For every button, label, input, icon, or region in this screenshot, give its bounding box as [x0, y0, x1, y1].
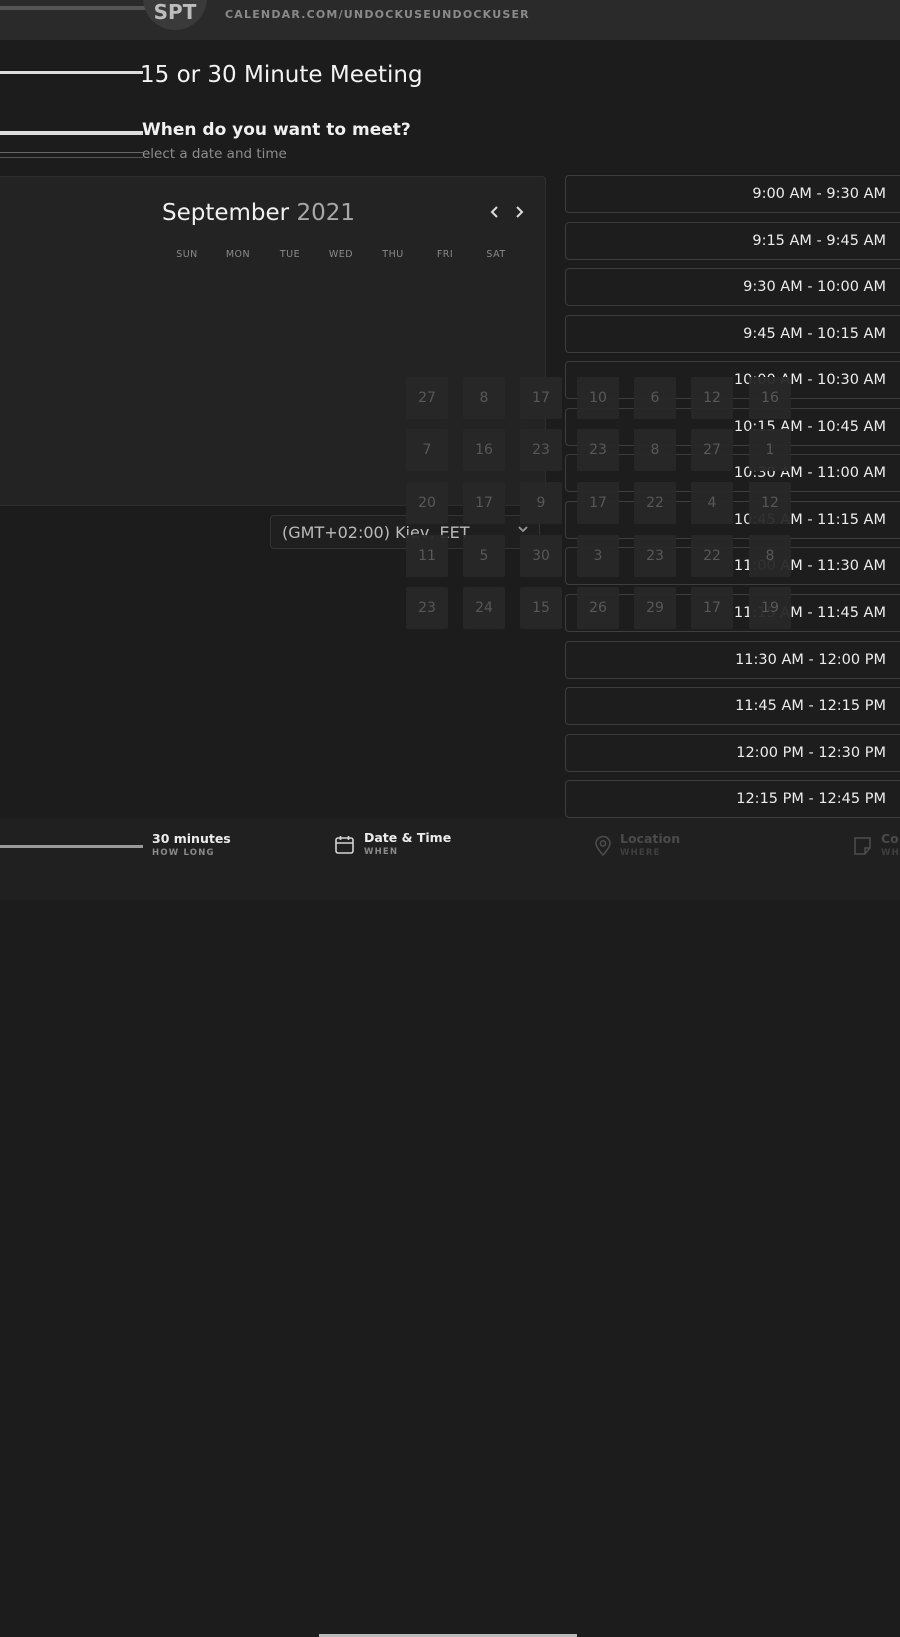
- calendar-day[interactable]: 6: [634, 377, 676, 419]
- chevron-left-icon: [490, 206, 498, 218]
- calendar-day[interactable]: 23: [406, 587, 448, 629]
- time-slot[interactable]: 12:15 PM - 12:45 PM: [565, 780, 900, 818]
- note-icon: [853, 836, 873, 860]
- time-slot[interactable]: 9:15 AM - 9:45 AM: [565, 222, 900, 260]
- calendar-day[interactable]: 17: [577, 482, 619, 524]
- calendar-day[interactable]: 12: [749, 482, 791, 524]
- month-label: September: [162, 200, 290, 226]
- calendar-day[interactable]: 3: [577, 535, 619, 577]
- time-slot[interactable]: 9:45 AM - 10:15 AM: [565, 315, 900, 353]
- step-duration-sub: HOW LONG: [152, 848, 215, 858]
- calendar-day[interactable]: 23: [520, 429, 562, 471]
- step-date-time-sub: WHEN: [364, 847, 399, 857]
- step-confirm[interactable]: Co WH: [881, 831, 900, 858]
- subtitle-accent-line: [0, 152, 143, 153]
- calendar-day[interactable]: 4: [691, 482, 733, 524]
- prev-month-button[interactable]: [489, 203, 501, 224]
- weekday-header: TUE: [279, 249, 301, 260]
- calendar-day[interactable]: 17: [463, 482, 505, 524]
- step-confirm-label: Co: [881, 831, 899, 846]
- calendar-day[interactable]: 22: [691, 535, 733, 577]
- step-duration[interactable]: 30 minutes HOW LONG: [152, 831, 231, 858]
- calendar-day[interactable]: 29: [634, 587, 676, 629]
- month-year-title: September 2021: [162, 200, 355, 226]
- meeting-title: 15 or 30 Minute Meeting: [140, 62, 423, 88]
- calendar-day[interactable]: 9: [520, 482, 562, 524]
- time-slot[interactable]: 9:00 AM - 9:30 AM: [565, 175, 900, 213]
- step-duration-label: 30 minutes: [152, 831, 231, 846]
- calendar-day[interactable]: 26: [577, 587, 619, 629]
- step-date-time[interactable]: Date & Time WHEN: [364, 830, 451, 857]
- weekday-header: SUN: [176, 249, 198, 260]
- calendar-day[interactable]: 8: [463, 377, 505, 419]
- calendar-day[interactable]: 17: [520, 377, 562, 419]
- calendar-day[interactable]: 8: [749, 535, 791, 577]
- time-slot[interactable]: 11:30 AM - 12:00 PM: [565, 641, 900, 679]
- calendar-day[interactable]: 17: [691, 587, 733, 629]
- question-accent-line: [0, 131, 143, 135]
- calendar-day[interactable]: 1: [749, 429, 791, 471]
- step-location-sub: WHERE: [620, 848, 661, 858]
- calendar-icon: [334, 834, 355, 859]
- calendar-day[interactable]: 5: [463, 535, 505, 577]
- calendar-day[interactable]: 16: [463, 429, 505, 471]
- calendar-day[interactable]: 10: [577, 377, 619, 419]
- calendar-day[interactable]: 24: [463, 587, 505, 629]
- weekday-header: THU: [382, 249, 404, 260]
- calendar-day[interactable]: 19: [749, 587, 791, 629]
- calendar-day[interactable]: 27: [406, 377, 448, 419]
- next-month-button[interactable]: [513, 203, 525, 224]
- weekday-header: FRI: [436, 249, 454, 260]
- step-location-label: Location: [620, 831, 681, 846]
- calendar-day[interactable]: 23: [577, 429, 619, 471]
- calendar-day[interactable]: 22: [634, 482, 676, 524]
- chevron-right-icon: [516, 206, 524, 218]
- weekday-header: MON: [225, 249, 251, 260]
- step-confirm-sub: WH: [881, 848, 900, 858]
- calendar-day[interactable]: 12: [691, 377, 733, 419]
- calendar-day[interactable]: 20: [406, 482, 448, 524]
- step-date-time-label: Date & Time: [364, 830, 452, 845]
- step-location[interactable]: Location WHERE: [620, 831, 680, 858]
- section-subtitle: elect a date and time: [142, 146, 287, 162]
- year-label: 2021: [296, 200, 355, 226]
- calendar-day[interactable]: 16: [749, 377, 791, 419]
- time-slot[interactable]: 11:45 AM - 12:15 PM: [565, 687, 900, 725]
- calendar-day[interactable]: 15: [520, 587, 562, 629]
- top-bar-divider: [0, 6, 150, 10]
- weekday-header: SAT: [486, 249, 506, 260]
- calendar-url[interactable]: CALENDAR.COM/UNDOCKUSEUNDOCKUSER: [225, 8, 530, 21]
- calendar-day[interactable]: 23: [634, 535, 676, 577]
- time-slot[interactable]: 9:30 AM - 10:00 AM: [565, 268, 900, 306]
- section-question: When do you want to meet?: [142, 120, 411, 140]
- location-pin-icon: [594, 835, 612, 861]
- calendar-day[interactable]: 8: [634, 429, 676, 471]
- title-accent-line: [0, 71, 143, 74]
- calendar-day[interactable]: 27: [691, 429, 733, 471]
- subtitle-accent-line-2: [0, 157, 143, 158]
- weekday-header: WED: [328, 249, 354, 260]
- calendar-day[interactable]: 11: [406, 535, 448, 577]
- time-slot[interactable]: 12:00 PM - 12:30 PM: [565, 734, 900, 772]
- calendar-day[interactable]: 7: [406, 429, 448, 471]
- calendar-day[interactable]: 30: [520, 535, 562, 577]
- duration-accent-line: [0, 845, 143, 848]
